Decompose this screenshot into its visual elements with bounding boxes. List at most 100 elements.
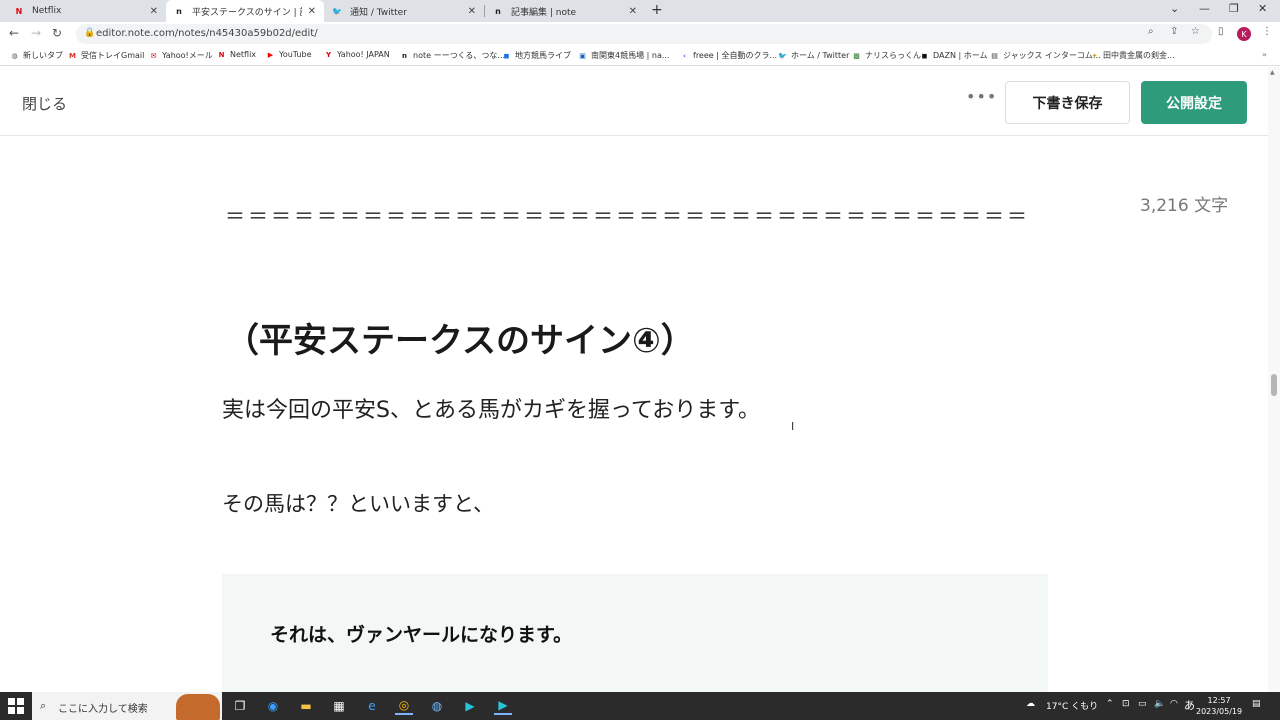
bookmark-label: 新しいタブ	[23, 51, 63, 60]
bookmark-item[interactable]: ▣ 南関東4競馬場 | na...	[578, 50, 669, 61]
wifi-icon[interactable]: ◠	[1170, 699, 1178, 709]
search-mascot-image	[176, 694, 220, 720]
edge-icon[interactable]: ◉	[264, 697, 282, 715]
ie-icon[interactable]: e	[363, 697, 381, 715]
page-scrollbar[interactable]: ▲	[1268, 67, 1280, 692]
bookmark-item[interactable]: ▩ ナリスらっくん	[852, 50, 921, 61]
bookmark-item[interactable]: ◍ 新しいタブ	[10, 50, 63, 61]
bookmark-item[interactable]: ▤ ジャックス インターコム...	[990, 50, 1100, 61]
forward-icon[interactable]: →	[31, 26, 41, 40]
profile-avatar[interactable]: K	[1237, 27, 1251, 41]
scroll-thumb[interactable]	[1271, 374, 1277, 396]
more-options-button[interactable]: •••	[966, 87, 997, 106]
clock[interactable]: 12:57 2023/05/19	[1196, 695, 1242, 717]
tab-twitter[interactable]: 🐦 通知 / Twitter ✕	[324, 0, 484, 22]
divider-line[interactable]: ＝＝＝＝＝＝＝＝＝＝＝＝＝＝＝＝＝＝＝＝＝＝＝＝＝＝＝＝＝＝＝＝＝＝＝	[225, 200, 1030, 229]
task-view-icon[interactable]: ❐	[231, 697, 249, 715]
bookmark-label: 田中貴金属の剣金...	[1103, 51, 1175, 60]
racing-live-icon: ◼	[503, 51, 510, 60]
bookmark-item[interactable]: Y Yahoo! JAPAN	[324, 50, 390, 59]
tab-note-editor[interactable]: n 記事編集 | note ✕	[485, 0, 645, 22]
paragraph[interactable]: その馬は？？といいますと、	[222, 488, 494, 518]
zoom-icon[interactable]: ⌕	[1148, 26, 1154, 37]
bookmarks-bar: ◍ 新しいタブ M 受信トレイGmail ✉ Yahoo!メール N Netflix ▶…	[0, 46, 1280, 66]
close-button[interactable]: 閉じる	[22, 93, 67, 114]
menu-icon[interactable]: ⋮	[1262, 26, 1272, 37]
bookmark-label: Yahoo!メール	[162, 51, 213, 60]
bookmark-star-icon[interactable]: ☆	[1191, 26, 1200, 37]
bookmark-label: ホーム / Twitter	[791, 51, 850, 60]
save-draft-button[interactable]: 下書き保存	[1005, 81, 1130, 124]
bookmark-item[interactable]: ▶ YouTube	[266, 50, 312, 59]
bookmark-item[interactable]: n note ーーつくる、つな...	[400, 50, 505, 61]
quote-block[interactable]: それは、ヴァンヤールになります。	[222, 574, 1048, 692]
chrome-icon[interactable]: ◎	[395, 697, 413, 715]
tab-article-editor[interactable]: n 平安ステークスのサイン | 記事編集 | n ✕	[166, 0, 324, 22]
article-heading[interactable]: （平安ステークスのサイン④）	[225, 313, 695, 362]
paragraph[interactable]: 実は今回の平安S、とある馬がカギを握っております。	[222, 392, 760, 424]
bookmark-item[interactable]: ✉ Yahoo!メール	[149, 50, 213, 61]
network-icon[interactable]: ⊡	[1122, 699, 1130, 709]
weather-text[interactable]: 17°C くもり	[1046, 699, 1098, 712]
store-icon[interactable]: ▦	[330, 697, 348, 715]
taskbar-search[interactable]: ⌕ ここに入力して検索	[32, 692, 222, 720]
bookmark-item[interactable]: ◼ 地方競馬ライブ	[502, 50, 571, 61]
bookmark-item[interactable]: N Netflix	[217, 50, 256, 59]
nankan-icon: ▣	[579, 51, 586, 60]
file-explorer-icon[interactable]: ▬	[297, 697, 315, 715]
twitter-icon: 🐦	[332, 6, 342, 16]
publish-settings-button[interactable]: 公開設定	[1141, 81, 1247, 124]
more-bookmarks-icon[interactable]: »	[1262, 50, 1267, 59]
ime-indicator[interactable]: あ	[1184, 697, 1195, 713]
share-icon[interactable]: ⇪	[1170, 26, 1178, 37]
close-tab-icon[interactable]: ✕	[468, 6, 476, 17]
bookmark-item[interactable]: M 受信トレイGmail	[68, 50, 144, 61]
close-tab-icon[interactable]: ✕	[150, 6, 158, 17]
globe-icon: ◍	[11, 51, 18, 60]
tab-title: Netflix	[32, 6, 62, 16]
bookmark-label: 受信トレイGmail	[81, 51, 145, 60]
close-tab-icon[interactable]: ✕	[629, 6, 637, 17]
bookmark-label: note ーーつくる、つな...	[413, 51, 506, 60]
tab-title: 記事編集 | note	[511, 7, 577, 18]
bookmark-label: 地方競馬ライブ	[515, 51, 571, 60]
tab-strip: N Netflix ✕ n 平安ステークスのサイン | 記事編集 | n ✕ 🐦…	[0, 0, 1280, 22]
gmail-icon: M	[69, 51, 76, 60]
close-window-button[interactable]: ✕	[1258, 2, 1267, 15]
bookmark-item[interactable]: ‹ freee | 全自動のクラ...	[680, 50, 777, 61]
maximize-button[interactable]: ❐	[1229, 2, 1239, 15]
notifications-icon[interactable]: ▤	[1252, 699, 1261, 709]
bookmark-label: ナリスらっくん	[865, 51, 921, 60]
media-app-active-icon[interactable]: ▶	[494, 697, 512, 715]
weather-icon[interactable]: ☁	[1026, 699, 1035, 709]
bookmark-item[interactable]: ◼ DAZN | ホーム	[920, 50, 988, 61]
media-app-icon[interactable]: ▶	[461, 697, 479, 715]
search-placeholder: ここに入力して検索	[58, 704, 148, 715]
bookmark-item[interactable]: ✦ 田中貴金属の剣金...	[1090, 50, 1175, 61]
tray-expand-icon[interactable]: ⌃	[1106, 699, 1114, 709]
bookmark-label: freee | 全自動のクラ...	[693, 51, 778, 60]
youtube-icon: ▶	[267, 50, 274, 59]
tab-netflix[interactable]: N Netflix ✕	[6, 0, 166, 22]
windows-taskbar: ⌕ ここに入力して検索 ❐ ◉ ▬ ▦ e ◎ ◍ ▶ ▶ ☁ 17°C くもり…	[0, 692, 1280, 720]
globe-app-icon[interactable]: ◍	[428, 697, 446, 715]
bookmark-label: Netflix	[230, 50, 257, 59]
scroll-up-icon[interactable]: ▲	[1270, 69, 1275, 76]
bookmark-item[interactable]: 🐦 ホーム / Twitter	[778, 50, 849, 61]
side-panel-icon[interactable]: ▯	[1218, 26, 1224, 37]
close-tab-icon[interactable]: ✕	[308, 6, 316, 17]
minimize-button[interactable]: —	[1199, 2, 1210, 15]
windows-start-icon[interactable]	[8, 698, 24, 714]
reload-icon[interactable]: ↻	[52, 26, 62, 40]
quote-text[interactable]: それは、ヴァンヤールになります。	[270, 620, 572, 647]
new-tab-button[interactable]: +	[651, 2, 663, 18]
url-text: editor.note.com/notes/n45430a59b02d/edit…	[96, 28, 318, 39]
tab-search-icon[interactable]: ⌄	[1170, 2, 1179, 15]
display-icon[interactable]: ▭	[1138, 699, 1147, 709]
volume-icon[interactable]: 🔈	[1154, 699, 1165, 709]
tanaka-icon: ✦	[1091, 51, 1098, 60]
note-icon: n	[176, 6, 182, 16]
back-icon[interactable]: ←	[9, 26, 19, 40]
address-bar[interactable]: 🔒 editor.note.com/notes/n45430a59b02d/ed…	[76, 24, 1212, 44]
netflix-icon: N	[15, 6, 23, 16]
